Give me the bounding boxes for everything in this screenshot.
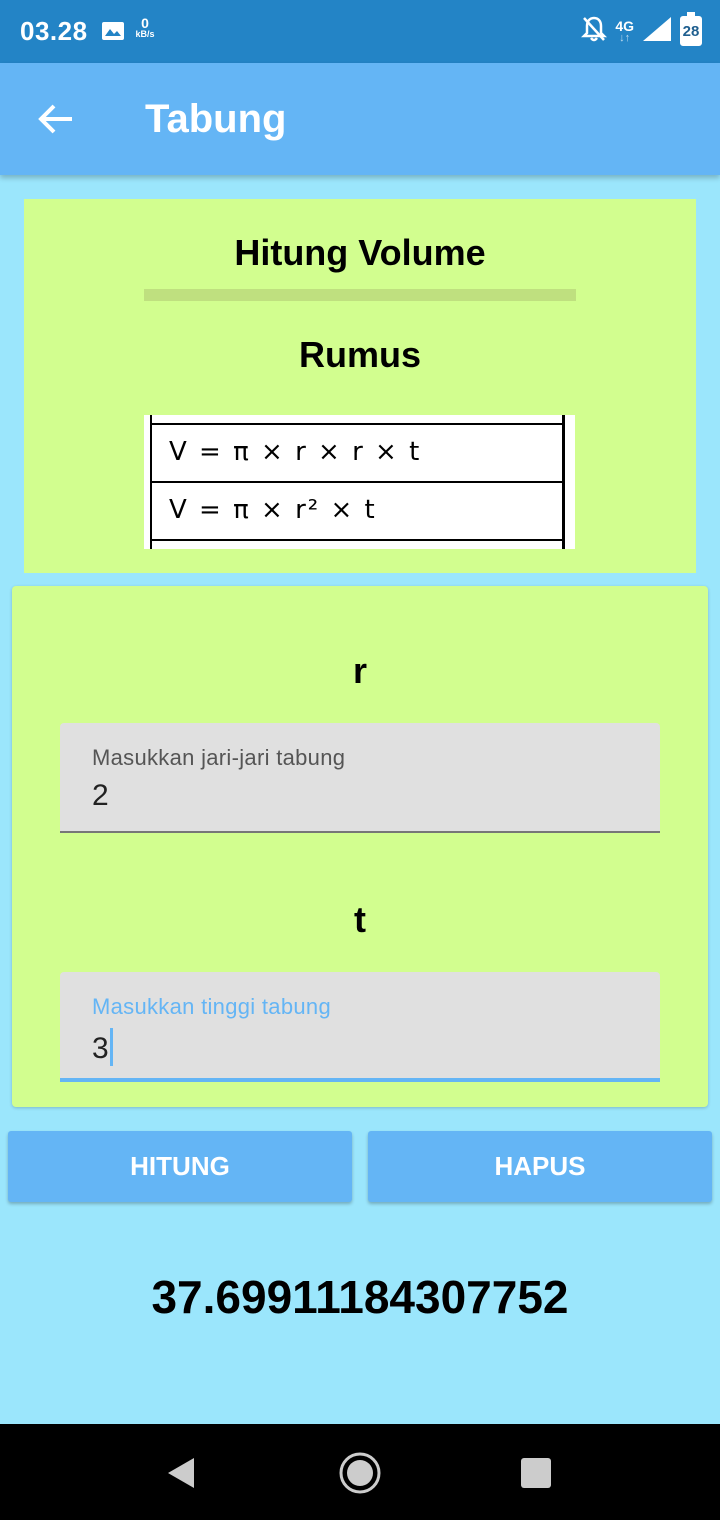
clear-button[interactable]: HAPUS [368,1131,712,1202]
app-bar: Tabung [0,63,720,175]
battery-level: 28 [682,23,700,40]
formula-line-1: V = π × r × r × t [169,437,422,467]
formula-border-bottom [150,539,564,541]
radius-input-value: 2 [92,779,109,812]
formula-border-top [150,423,564,425]
calculate-button[interactable]: HITUNG [8,1131,352,1202]
status-icons: 4G ↓↑ 28 [581,12,702,48]
formula-divider [150,481,564,483]
net-speed: 0 kB/s [131,16,159,39]
height-input-field: 3 [92,1028,113,1066]
data-arrows-icon: ↓↑ [619,31,631,44]
status-bar: 03.28 0 kB/s 4G ↓↑ 28 [0,0,720,63]
page-title: Tabung [145,97,287,141]
nav-recent-apps-button[interactable] [511,1448,561,1498]
radius-label: r [352,650,367,691]
height-input-value: 3 [92,1032,109,1065]
height-input[interactable]: Masukkan tinggi tabung 3 [60,972,660,1082]
arrow-back-icon [30,104,82,143]
formula-image: V = π × r × r × t V = π × r² × t [144,415,575,549]
radius-input[interactable]: Masukkan jari-jari tabung 2 [60,723,660,833]
back-button[interactable] [30,99,82,139]
signal-icon [642,16,672,47]
formula-line-2: V = π × r² × t [169,495,377,525]
volume-card: Hitung Volume Rumus V = π × r × r × t V … [24,199,696,573]
battery-icon: 28 [680,12,702,46]
height-input-hint: Masukkan tinggi tabung [92,994,331,1019]
nav-home-button[interactable] [335,1448,385,1498]
net-speed-unit: kB/s [135,29,155,39]
net-speed-value: 0 [141,15,149,31]
radius-input-hint: Masukkan jari-jari tabung [92,745,346,770]
input-card: r Masukkan jari-jari tabung 2 t Masukkan… [12,586,708,1107]
result-value: 37.69911184307752 [151,1271,569,1323]
network-type: 4G ↓↑ [615,19,634,44]
navigation-bar [0,1424,720,1520]
nav-home-icon [335,1452,385,1502]
nav-recent-apps-icon [511,1458,561,1502]
formula-heading: Rumus [298,334,421,375]
volume-heading: Hitung Volume [234,232,486,273]
text-cursor [109,1028,113,1066]
heading-divider [144,289,576,301]
gallery-icon [102,22,124,40]
nav-back-icon [156,1458,206,1502]
nav-back-button[interactable] [156,1448,206,1498]
mute-icon [581,15,608,48]
status-time: 03.28 [20,16,88,46]
height-label: t [354,899,366,940]
